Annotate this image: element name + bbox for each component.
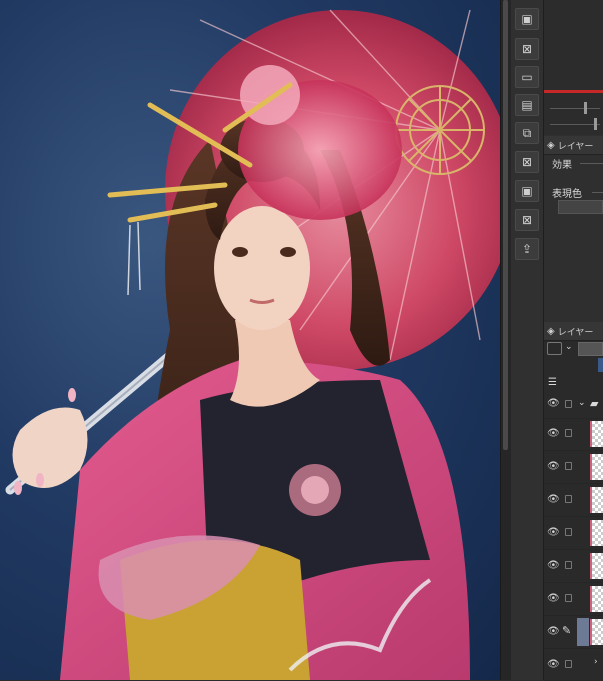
drawing-canvas[interactable] [0,0,500,680]
clear-layer-button[interactable]: ⊠ [515,38,539,60]
layer-row[interactable]: 👁 [544,583,603,616]
layer-row[interactable]: 👁 › [544,649,603,681]
eye-icon[interactable]: 👁 [547,461,560,472]
lock-toggle[interactable] [565,495,572,503]
slider-track-2[interactable] [550,124,600,125]
transfer-layer-button[interactable]: ⇪ [515,238,539,260]
folder-new-icon: ▣ [521,184,533,198]
layer-thumbnail [590,421,603,447]
expression-color-select[interactable] [558,200,603,214]
delete-content-button[interactable]: ⊠ [515,151,539,173]
accent-bar [544,90,603,93]
lock-toggle[interactable] [565,528,572,536]
opacity-field[interactable] [578,342,603,356]
right-panel: ◈ レイヤー 効果 表現色 ◈ レイヤー ⌄ ☰ 👁 ⌄ ▰ 👁 👁 👁 👁 👁… [544,0,603,681]
lock-toggle[interactable] [565,594,572,602]
layers-icon: ◈ [547,325,555,337]
layer-property-title: レイヤー [557,141,594,152]
slider-handle-2[interactable] [594,118,597,130]
eye-icon[interactable]: 👁 [547,494,560,505]
folder-icon: ▰ [590,397,599,410]
layer-thumbnail [590,619,603,645]
blend-mode-select[interactable] [547,342,562,355]
layer-panel-header[interactable]: ◈ レイヤー [544,322,603,341]
chevron-down-icon[interactable]: ⌄ [565,342,573,352]
effect-label: 効果 [552,160,572,171]
layer-thumbnail [590,553,603,579]
new-raster-layer-button[interactable]: ▣ [515,8,539,30]
new-layer-icon: ▣ [521,12,533,26]
hand [12,407,88,488]
umbrella-hub [395,85,485,175]
layer-thumbnail [590,487,603,513]
layer-row-selected[interactable]: 👁 ✎ [544,616,603,649]
mask-button[interactable]: ⊠ [515,209,539,231]
layer-list-toggle-icon[interactable]: ☰ [548,377,557,388]
pen-icon: ✎ [562,624,572,637]
slider-handle-1[interactable] [584,102,587,114]
merge-icon: ⧉ [522,125,532,140]
new-folder-button[interactable]: ▣ [515,180,539,202]
slider-track-1[interactable] [550,108,600,109]
lock-toggle[interactable] [565,429,572,437]
canvas-scrollbar[interactable] [500,0,511,680]
layer-panel: ◈ レイヤー ⌄ ☰ 👁 ⌄ ▰ 👁 👁 👁 👁 👁 👁 👁 ✎ 👁 › [544,322,603,681]
paste-layer-button[interactable]: ▤ [515,94,539,116]
expression-color-label: 表現色 [552,189,582,200]
expression-color-divider [592,192,603,193]
lock-toggle[interactable] [565,561,572,569]
layer-property-header[interactable]: ◈ レイヤー [544,136,603,155]
face [214,206,310,330]
eye-icon[interactable]: 👁 [547,398,560,409]
transfer-icon: ⇪ [521,242,533,256]
eye-icon[interactable]: 👁 [547,428,560,439]
selected-layer-highlight [577,618,589,646]
eye-icon[interactable]: 👁 [547,527,560,538]
copy-icon: ▭ [521,70,533,84]
delete-icon: ⊠ [521,155,533,169]
chevron-down-icon[interactable]: ⌄ [578,398,586,408]
lock-toggle[interactable] [565,400,572,408]
chevron-right-icon[interactable]: › [594,657,598,667]
artwork-illustration [5,9,500,680]
effect-divider [580,163,603,164]
opacity-indicator [598,358,603,372]
merge-layer-button[interactable]: ⧉ [515,122,539,144]
canvas-scrollbar-thumb[interactable] [503,0,508,450]
lock-toggle[interactable] [565,660,572,668]
color-slider-panel [544,0,603,135]
layer-thumbnail [590,586,603,612]
mask-icon: ⊠ [521,213,533,227]
lock-toggle[interactable] [565,462,572,470]
paste-icon: ▤ [521,98,533,112]
layer-property-panel: ◈ レイヤー 効果 表現色 [544,136,603,321]
copy-layer-button[interactable]: ▭ [515,66,539,88]
layers-icon: ◈ [547,139,555,151]
layer-row[interactable]: 👁 [544,484,603,517]
eye-icon[interactable]: 👁 [547,560,560,571]
layer-row[interactable]: 👁 [544,517,603,550]
layer-thumbnail [590,454,603,480]
eye-icon[interactable]: 👁 [547,593,560,604]
layer-row[interactable]: 👁 [544,451,603,484]
eye-icon[interactable]: 👁 [547,626,560,637]
layer-panel-title: レイヤー [557,327,594,338]
clear-icon: ⊠ [521,42,533,56]
layer-command-bar: ▣ ⊠ ▭ ▤ ⧉ ⊠ ▣ ⊠ ⇪ [511,0,544,680]
layer-row[interactable]: 👁 [544,550,603,583]
layer-row[interactable]: 👁 [544,418,603,451]
layer-thumbnail [590,520,603,546]
folder-row[interactable]: 👁 ⌄ ▰ [544,392,603,419]
eye-icon[interactable]: 👁 [547,659,560,670]
